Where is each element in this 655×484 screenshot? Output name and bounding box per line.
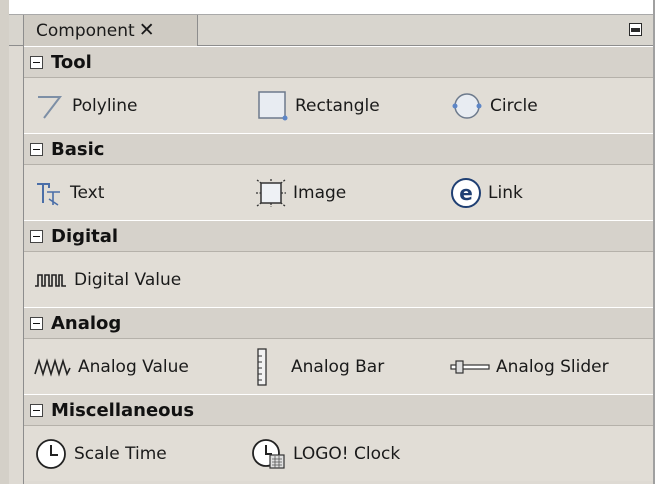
collapse-icon[interactable] [30, 142, 43, 156]
item-label: Analog Value [78, 356, 189, 377]
item-rectangle[interactable]: Rectangle [255, 78, 380, 133]
section-body-miscellaneous: Scale Time LOGO! Clock [24, 426, 653, 481]
section-body-digital: Digital Value [24, 252, 653, 307]
collapse-icon[interactable] [30, 316, 43, 330]
item-analog-bar[interactable]: Analog Bar [255, 339, 384, 394]
section-header-analog[interactable]: Analog [24, 307, 653, 339]
item-link[interactable]: e Link [450, 165, 523, 220]
svg-text:e: e [459, 181, 473, 205]
component-panel: Tool Polyline Rectangle Circle Basic Tex… [23, 46, 653, 484]
collapse-icon[interactable] [30, 403, 43, 417]
item-analog-slider[interactable]: Analog Slider [450, 339, 609, 394]
image-icon [255, 178, 287, 208]
item-label: Digital Value [74, 269, 182, 290]
item-digital-value[interactable]: Digital Value [34, 252, 181, 307]
section-title: Miscellaneous [51, 399, 195, 421]
item-label: Link [488, 182, 523, 203]
item-label: LOGO! Clock [293, 443, 401, 464]
section-header-miscellaneous[interactable]: Miscellaneous [24, 394, 653, 426]
item-analog-value[interactable]: Analog Value [34, 339, 189, 394]
logo-clock-icon [251, 437, 287, 471]
section-header-digital[interactable]: Digital [24, 220, 653, 252]
item-scale-time[interactable]: Scale Time [34, 426, 167, 481]
analog-bar-icon [255, 347, 269, 386]
tab-component[interactable]: Component ✕ [23, 15, 198, 46]
component-window: Component ✕ Tool Polyline Rectangle Circ… [0, 0, 655, 484]
minimize-icon[interactable] [629, 23, 642, 36]
tab-label: Component [36, 20, 135, 41]
item-image[interactable]: Image [255, 165, 346, 220]
item-label: Circle [490, 95, 538, 116]
section-header-basic[interactable]: Basic [24, 133, 653, 165]
analog-slider-icon [450, 359, 490, 375]
polyline-icon [34, 91, 66, 121]
item-label: Scale Time [74, 443, 167, 464]
collapse-icon[interactable] [30, 229, 43, 243]
text-icon [34, 179, 64, 207]
section-title: Tool [51, 51, 92, 73]
section-title: Analog [51, 312, 122, 334]
item-label: Analog Slider [496, 356, 609, 377]
section-title: Digital [51, 225, 119, 247]
circle-icon [450, 90, 484, 122]
item-logo-clock[interactable]: LOGO! Clock [251, 426, 400, 481]
item-polyline[interactable]: Polyline [34, 78, 138, 133]
section-body-basic: Text Image e Link [24, 165, 653, 220]
rectangle-icon [255, 89, 289, 123]
item-label: Polyline [72, 95, 138, 116]
digital-value-icon [34, 270, 68, 290]
link-icon: e [450, 177, 482, 209]
item-label: Image [293, 182, 347, 203]
item-label: Analog Bar [291, 356, 385, 377]
item-circle[interactable]: Circle [450, 78, 538, 133]
top-strip [9, 0, 653, 15]
item-text[interactable]: Text [34, 165, 104, 220]
item-label: Text [70, 182, 105, 203]
collapse-icon[interactable] [30, 55, 43, 69]
section-body-tool: Polyline Rectangle Circle [24, 78, 653, 133]
section-title: Basic [51, 138, 105, 160]
item-label: Rectangle [295, 95, 380, 116]
tab-bar: Component ✕ [9, 15, 653, 46]
analog-value-icon [34, 357, 72, 377]
scale-time-icon [34, 437, 68, 471]
section-header-tool[interactable]: Tool [24, 46, 653, 78]
close-icon[interactable]: ✕ [139, 21, 155, 40]
section-body-analog: Analog Value Analog Bar Analog Slider [24, 339, 653, 394]
